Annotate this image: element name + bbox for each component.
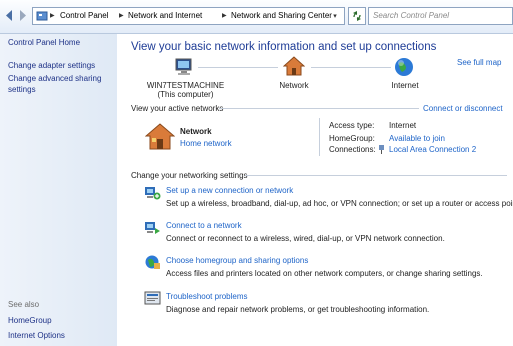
network-node-label: Network: [279, 81, 309, 90]
active-network-name: Network: [180, 127, 212, 136]
ethernet-icon: [378, 145, 385, 154]
breadcrumb-network-internet[interactable]: Network and Internet: [128, 11, 202, 20]
setup-connection-desc: Set up a wireless, broadband, dial-up, a…: [166, 199, 513, 208]
see-full-map-link[interactable]: See full map: [457, 58, 501, 67]
homegroup-label: HomeGroup:: [329, 134, 375, 143]
computer-name: WIN7TESTMACHINE: [146, 81, 225, 90]
homegroup-link[interactable]: Available to join: [389, 134, 445, 143]
breadcrumb-separator-icon[interactable]: ▶: [50, 12, 55, 19]
search-placeholder: Search Control Panel: [373, 11, 450, 20]
main-content: View your basic network information and …: [118, 34, 513, 346]
networking-settings-header: Change your networking settings: [131, 171, 248, 180]
homegroup-icon: [144, 254, 161, 271]
connect-to-network-desc: Connect or reconnect to a wireless, wire…: [166, 234, 445, 243]
refresh-icon: [353, 11, 361, 21]
sidebar: Control Panel Home Change adapter settin…: [0, 34, 117, 346]
forward-arrow-icon[interactable]: [17, 9, 28, 22]
section-divider: [219, 108, 419, 109]
internet-node-label: Internet: [391, 81, 419, 90]
network-type-link[interactable]: Home network: [180, 139, 232, 148]
connect-network-icon: [144, 219, 161, 236]
homegroup-sharing-link[interactable]: Choose homegroup and sharing options: [166, 256, 308, 265]
breadcrumb-control-panel[interactable]: Control Panel: [60, 11, 108, 20]
sidebar-item-homegroup[interactable]: HomeGroup: [8, 316, 52, 326]
local-area-connection-link[interactable]: Local Area Connection 2: [389, 145, 476, 154]
search-input[interactable]: Search Control Panel: [368, 7, 513, 25]
home-network-icon: [282, 56, 306, 76]
active-networks-header: View your active networks: [131, 104, 224, 113]
sidebar-item-change-advanced-sharing-2[interactable]: settings: [8, 85, 36, 95]
breadcrumb[interactable]: ▶ Control Panel ▶ Network and Internet ▶…: [32, 7, 345, 25]
homegroup-sharing-desc: Access files and printers located on oth…: [166, 269, 483, 278]
control-panel-icon: [36, 10, 48, 22]
globe-icon: [394, 57, 414, 77]
troubleshoot-desc: Diagnose and repair network problems, or…: [166, 305, 430, 314]
sidebar-item-change-adapter[interactable]: Change adapter settings: [8, 61, 95, 71]
connect-or-disconnect-link[interactable]: Connect or disconnect: [423, 104, 503, 113]
breadcrumb-sharing-center[interactable]: Network and Sharing Center: [231, 11, 332, 20]
sidebar-item-control-panel-home[interactable]: Control Panel Home: [8, 38, 80, 48]
connector-line: [311, 67, 391, 68]
new-connection-icon: [144, 184, 161, 201]
sidebar-item-internet-options[interactable]: Internet Options: [8, 331, 65, 341]
sidebar-item-change-advanced-sharing[interactable]: Change advanced sharing: [8, 74, 101, 84]
connections-label: Connections:: [329, 145, 376, 154]
home-network-icon: [144, 123, 176, 150]
computer-icon: [174, 58, 194, 76]
back-arrow-icon[interactable]: [4, 9, 15, 22]
see-also-label: See also: [8, 300, 40, 309]
breadcrumb-separator-icon[interactable]: ▶: [119, 12, 124, 19]
connector-line: [198, 67, 278, 68]
vertical-divider: [319, 118, 320, 156]
access-type-value: Internet: [389, 121, 417, 130]
section-divider: [245, 175, 507, 176]
setup-connection-link[interactable]: Set up a new connection or network: [166, 186, 293, 195]
breadcrumb-separator-icon[interactable]: ▶: [222, 12, 227, 19]
computer-subtitle: (This computer): [157, 90, 214, 99]
access-type-label: Access type:: [329, 121, 375, 130]
refresh-button[interactable]: [348, 7, 366, 25]
this-computer-node: WIN7TESTMACHINE (This computer): [138, 81, 233, 99]
address-bar: ▶ Control Panel ▶ Network and Internet ▶…: [0, 0, 513, 34]
chevron-down-icon[interactable]: ▾: [329, 11, 341, 22]
connect-to-network-link[interactable]: Connect to a network: [166, 221, 242, 230]
troubleshoot-link[interactable]: Troubleshoot problems: [166, 292, 248, 301]
troubleshoot-icon: [144, 290, 161, 307]
page-title: View your basic network information and …: [131, 41, 437, 53]
